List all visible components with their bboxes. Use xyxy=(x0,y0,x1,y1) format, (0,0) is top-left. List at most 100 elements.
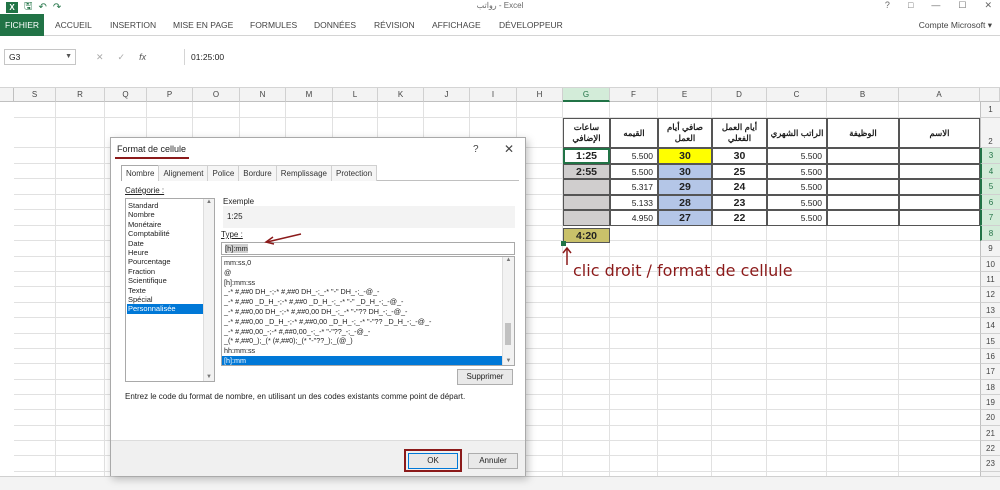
table-cell-c[interactable]: 5.500 xyxy=(767,195,827,210)
tab-bordure[interactable]: Bordure xyxy=(238,165,277,181)
ok-button[interactable]: OK xyxy=(408,453,458,469)
category-item[interactable]: Scientifique xyxy=(127,276,214,285)
header-net-days[interactable]: صافي أيام العمل xyxy=(658,118,712,148)
row-header-15[interactable]: 15 xyxy=(980,334,1000,349)
insert-function-icon[interactable]: fx xyxy=(139,49,146,65)
tab-donnees[interactable]: DONNÉES xyxy=(314,14,356,36)
format-code-list[interactable]: mm:ss,0 @ [h]:mm:ss _-* #,##0 DH_-;-* #,##0… xyxy=(221,256,515,366)
table-cell-e[interactable]: 27 xyxy=(658,210,712,226)
table-cell-f[interactable]: 4.950 xyxy=(610,210,658,226)
format-code-item[interactable]: _-* #,##0 _D_H_-;-* #,##0 _D_H_-;_-* "-"… xyxy=(224,297,514,307)
column-header-s[interactable]: S xyxy=(14,88,56,102)
row-header-22[interactable]: 22 xyxy=(980,441,1000,456)
table-cell-e[interactable]: 29 xyxy=(658,179,712,195)
table-cell-e[interactable]: 30 xyxy=(658,148,712,164)
help-icon[interactable]: ? xyxy=(885,0,890,11)
format-code-item[interactable]: [h]:mm xyxy=(222,355,514,365)
overtime-total-cell[interactable]: 4:20 xyxy=(563,228,610,243)
table-cell-a[interactable] xyxy=(899,148,980,164)
category-item[interactable]: Spécial xyxy=(127,295,214,304)
name-box[interactable]: G3 ▼ xyxy=(4,49,76,65)
category-list[interactable]: Standard Nombre Monétaire Comptabilité Date H… xyxy=(125,198,215,382)
category-item[interactable]: Texte xyxy=(127,286,214,295)
table-cell-d[interactable]: 24 xyxy=(712,179,767,195)
row-header-18[interactable]: 18 xyxy=(980,380,1000,395)
table-cell-d[interactable]: 30 xyxy=(712,148,767,164)
tab-file[interactable]: FICHIER xyxy=(0,14,44,36)
cancel-edit-icon[interactable]: ✕ xyxy=(96,49,104,65)
tab-nombre[interactable]: Nombre xyxy=(121,165,160,181)
category-item[interactable]: Date xyxy=(127,239,214,248)
table-cell-c[interactable]: 5.500 xyxy=(767,179,827,195)
format-code-item[interactable]: _-* #,##0,00_-;-* #,##0,00_-;_-* "-"??_-… xyxy=(224,327,514,337)
format-code-item[interactable]: _-* #,##0 DH_-;-* #,##0 DH_-;_-* "-" DH_… xyxy=(224,287,514,297)
format-code-item[interactable]: @ xyxy=(224,268,514,278)
category-item[interactable]: Heure xyxy=(127,248,214,257)
format-code-item[interactable]: _(* #,##0_);_(* (#,##0);_(* "-"??_);_(@_… xyxy=(224,336,514,346)
column-header-j[interactable]: J xyxy=(424,88,470,102)
row-header-10[interactable]: 10 xyxy=(980,257,1000,272)
row-header-8[interactable]: 8 xyxy=(980,226,1000,241)
table-cell-c[interactable]: 5.500 xyxy=(767,148,827,164)
row-header-9[interactable]: 9 xyxy=(980,241,1000,257)
table-cell-g[interactable] xyxy=(563,210,610,226)
header-monthly-salary[interactable]: الراتب الشهري xyxy=(767,118,827,148)
table-cell-a[interactable] xyxy=(899,179,980,195)
table-cell-g[interactable]: 2:55 xyxy=(563,164,610,179)
row-header-11[interactable]: 11 xyxy=(980,272,1000,287)
row-header-21[interactable]: 21 xyxy=(980,426,1000,441)
column-header-n[interactable]: N xyxy=(240,88,286,102)
table-cell-f[interactable]: 5.500 xyxy=(610,164,658,179)
tab-formules[interactable]: FORMULES xyxy=(250,14,297,36)
table-cell-b[interactable] xyxy=(827,164,899,179)
row-header-16[interactable]: 16 xyxy=(980,349,1000,364)
table-cell-f[interactable]: 5.500 xyxy=(610,148,658,164)
column-header-d[interactable]: D xyxy=(712,88,767,102)
table-cell-b[interactable] xyxy=(827,179,899,195)
tab-police[interactable]: Police xyxy=(207,165,240,181)
row-header-6[interactable]: 6 xyxy=(980,195,1000,210)
category-item[interactable]: Standard xyxy=(127,201,214,210)
close-icon[interactable]: ✕ xyxy=(504,142,514,156)
format-code-item[interactable]: hh:mm:ss xyxy=(224,346,514,356)
column-header-l[interactable]: L xyxy=(333,88,378,102)
column-header-o[interactable]: O xyxy=(193,88,240,102)
format-code-item[interactable]: mm:ss,0 xyxy=(224,258,514,268)
header-job[interactable]: الوظيفة xyxy=(827,118,899,148)
column-header-m[interactable]: M xyxy=(286,88,333,102)
column-header-q[interactable]: Q xyxy=(105,88,147,102)
category-item[interactable]: Pourcentage xyxy=(127,257,214,266)
column-header-e[interactable]: E xyxy=(658,88,712,102)
column-header-f[interactable]: F xyxy=(610,88,658,102)
table-cell-b[interactable] xyxy=(827,148,899,164)
table-cell-a[interactable] xyxy=(899,195,980,210)
table-cell-f[interactable]: 5.133 xyxy=(610,195,658,210)
column-header-a[interactable]: A xyxy=(899,88,980,102)
category-item[interactable]: Comptabilité xyxy=(127,229,214,238)
scroll-left-icon[interactable] xyxy=(0,88,14,102)
row-header-5[interactable]: 5 xyxy=(980,179,1000,195)
row-header-3[interactable]: 3 xyxy=(980,148,1000,164)
table-cell-a[interactable] xyxy=(899,164,980,179)
table-cell-g[interactable] xyxy=(563,179,610,195)
row-header-4[interactable]: 4 xyxy=(980,164,1000,179)
table-cell-f[interactable]: 5.317 xyxy=(610,179,658,195)
table-cell-c[interactable]: 5.500 xyxy=(767,210,827,226)
column-header-k[interactable]: K xyxy=(378,88,424,102)
row-header-19[interactable]: 19 xyxy=(980,395,1000,410)
category-item[interactable]: Fraction xyxy=(127,267,214,276)
table-cell-c[interactable]: 5.500 xyxy=(767,164,827,179)
format-code-item[interactable]: [h]:mm:ss xyxy=(224,278,514,288)
table-cell-d[interactable]: 23 xyxy=(712,195,767,210)
tab-mise-en-page[interactable]: MISE EN PAGE xyxy=(173,14,233,36)
row-header-13[interactable]: 13 xyxy=(980,303,1000,318)
category-scrollbar[interactable]: ▲ ▼ xyxy=(203,199,214,381)
select-all-corner[interactable] xyxy=(980,88,1000,102)
table-cell-e[interactable]: 30 xyxy=(658,164,712,179)
tab-protection[interactable]: Protection xyxy=(331,165,378,181)
tab-insertion[interactable]: INSERTION xyxy=(110,14,156,36)
scroll-up-icon[interactable]: ▲ xyxy=(503,257,514,263)
column-header-i[interactable]: I xyxy=(470,88,517,102)
scrollbar-thumb[interactable] xyxy=(505,323,511,345)
tab-remplissage[interactable]: Remplissage xyxy=(275,165,332,181)
